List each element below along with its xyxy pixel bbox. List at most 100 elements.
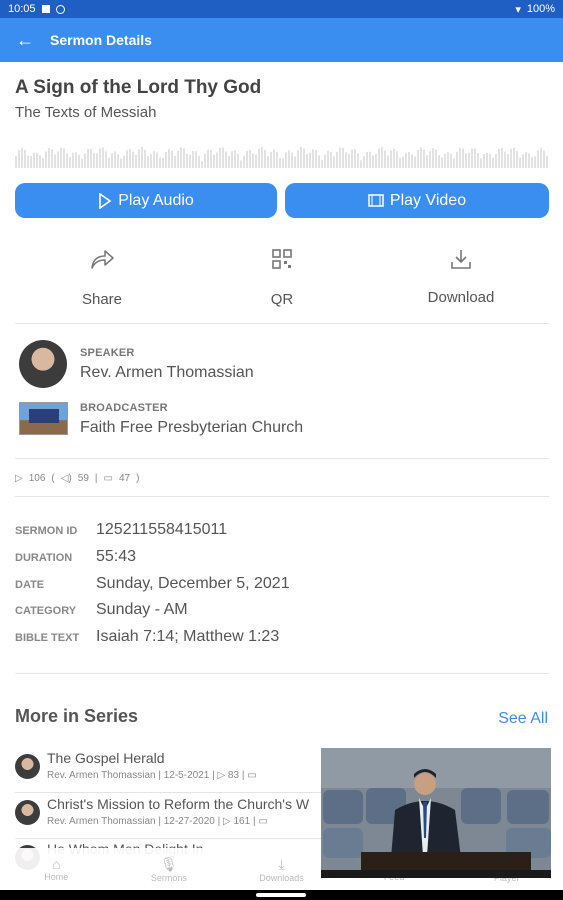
waveform-bar <box>282 158 284 168</box>
waveform-bar <box>189 154 191 168</box>
audio-count: 59 <box>77 473 89 484</box>
video-pip-player[interactable] <box>321 748 551 878</box>
film-icon <box>368 194 384 207</box>
waveform-bar <box>75 152 77 168</box>
waveform-bar <box>273 149 275 168</box>
waveform-bar <box>225 151 227 168</box>
waveform-bar <box>252 153 254 168</box>
waveform-bar <box>396 151 398 168</box>
download-button[interactable]: Download <box>401 245 521 306</box>
waveform-bar <box>519 157 521 168</box>
waveform-bar <box>330 151 332 168</box>
waveform-bar <box>228 155 230 168</box>
waveform-bar <box>237 153 239 168</box>
waveform-bar <box>525 152 527 168</box>
play-audio-button[interactable]: Play Audio <box>15 183 277 218</box>
home-icon: ⌂ <box>52 856 61 872</box>
waveform-bar <box>417 150 419 168</box>
waveform-bar <box>159 157 161 168</box>
qr-code-icon <box>272 249 292 269</box>
waveform-bar <box>174 155 176 168</box>
series-item-title: The Gospel Herald <box>47 750 165 766</box>
waveform-bar <box>294 156 296 168</box>
detail-value: Sunday - AM <box>96 601 188 618</box>
tab-home[interactable]: ⌂ Home <box>0 848 113 890</box>
tab-sermons[interactable]: 🎙 Sermons <box>113 848 226 890</box>
waveform-bar <box>69 156 71 168</box>
audio-waveform[interactable] <box>15 146 550 168</box>
download-label: Download <box>427 289 495 306</box>
waveform-bar <box>405 153 407 168</box>
waveform-bar <box>531 156 533 168</box>
speaker-avatar[interactable] <box>19 340 67 388</box>
share-label: Share <box>81 291 123 308</box>
video-frame <box>321 748 551 878</box>
waveform-bar <box>219 147 221 168</box>
waveform-bar <box>387 155 389 168</box>
play-stats: ▷ 106 ( ◁) 59 | ▭ 47 ) <box>15 473 139 484</box>
waveform-bar <box>357 153 359 168</box>
waveform-bar <box>114 151 116 168</box>
waveform-bar <box>435 149 437 168</box>
qr-button[interactable]: QR <box>222 245 342 308</box>
waveform-bar <box>144 149 146 168</box>
waveform-bar <box>414 156 416 168</box>
home-gesture-pill[interactable] <box>256 893 306 897</box>
waveform-bar <box>186 153 188 168</box>
see-all-link[interactable]: See All <box>498 710 548 728</box>
play-video-button[interactable]: Play Video <box>285 183 549 218</box>
waveform-bar <box>111 153 113 168</box>
waveform-bar <box>411 154 413 168</box>
waveform-bar <box>441 157 443 168</box>
waveform-bar <box>222 147 224 168</box>
waveform-bar <box>423 149 425 168</box>
play-video-label: Play Video <box>389 191 467 209</box>
back-arrow-icon[interactable]: ← <box>0 30 50 51</box>
speaker-name[interactable]: Rev. Armen Thomassian <box>80 364 254 382</box>
waveform-bar <box>372 155 374 168</box>
waveform-bar <box>204 153 206 168</box>
waveform-bar <box>300 147 302 168</box>
series-item-title: Christ's Mission to Reform the Church's … <box>47 796 310 812</box>
waveform-bar <box>408 151 410 168</box>
series-item-meta: Rev. Armen Thomassian | 12-5-2021 | ▷ 83… <box>47 770 257 781</box>
play-count-icon: ▷ <box>15 473 23 484</box>
waveform-bar <box>213 154 215 168</box>
waveform-bar <box>162 158 164 168</box>
waveform-bar <box>270 151 272 168</box>
speaker-avatar-small <box>15 800 40 825</box>
waveform-bar <box>384 150 386 168</box>
stats-open-paren: ( <box>51 473 55 484</box>
divider <box>15 323 549 324</box>
tab-label: Sermons <box>150 872 187 883</box>
tab-label: Home <box>44 872 69 882</box>
waveform-bar <box>207 149 209 168</box>
waveform-bar <box>84 153 86 168</box>
waveform-bar <box>366 151 368 168</box>
waveform-bar <box>453 158 455 168</box>
waveform-bar <box>543 150 545 168</box>
waveform-bar <box>468 152 470 168</box>
waveform-bar <box>147 155 149 168</box>
broadcaster-name[interactable]: Faith Free Presbyterian Church <box>80 419 303 437</box>
waveform-bar <box>141 147 143 168</box>
waveform-bar <box>369 151 371 168</box>
waveform-bar <box>249 150 251 168</box>
waveform-bar <box>117 154 119 168</box>
waveform-bar <box>504 151 506 168</box>
waveform-bar <box>378 148 380 168</box>
waveform-bar <box>90 148 92 168</box>
waveform-bar <box>537 150 539 168</box>
broadcaster-logo[interactable] <box>19 402 68 435</box>
battery-percent: 100% <box>526 3 555 15</box>
waveform-bar <box>480 158 482 168</box>
status-time: 10:05 <box>8 3 36 15</box>
waveform-bar <box>201 160 203 168</box>
waveform-bar <box>360 160 362 168</box>
wifi-icon: ▾ <box>515 3 521 16</box>
stats-close-paren: ) <box>136 473 140 484</box>
waveform-bar <box>474 148 476 168</box>
share-button[interactable]: Share <box>42 245 162 308</box>
waveform-bar <box>285 152 287 168</box>
detail-value: 55:43 <box>96 548 137 565</box>
